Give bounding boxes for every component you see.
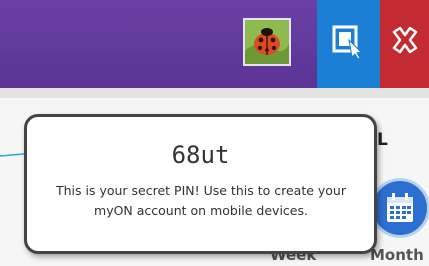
close-icon	[392, 26, 418, 54]
close-button[interactable]	[380, 0, 429, 88]
month-view-button[interactable]	[370, 178, 429, 238]
pin-code-value: 68ut	[171, 141, 230, 169]
pin-description: This is your secret PIN! Use this to cre…	[55, 183, 346, 218]
calendar-icon	[387, 193, 413, 222]
ladybug-avatar-icon[interactable]	[243, 18, 291, 66]
month-view-label[interactable]: Month	[370, 246, 424, 264]
top-nav-bar	[0, 0, 429, 88]
pin-code-button[interactable]	[317, 0, 380, 88]
sub-nav-strip	[0, 88, 429, 98]
pin-code-icon	[332, 25, 362, 60]
pin-tooltip: 68ut This is your secret PIN! Use this t…	[24, 114, 377, 254]
